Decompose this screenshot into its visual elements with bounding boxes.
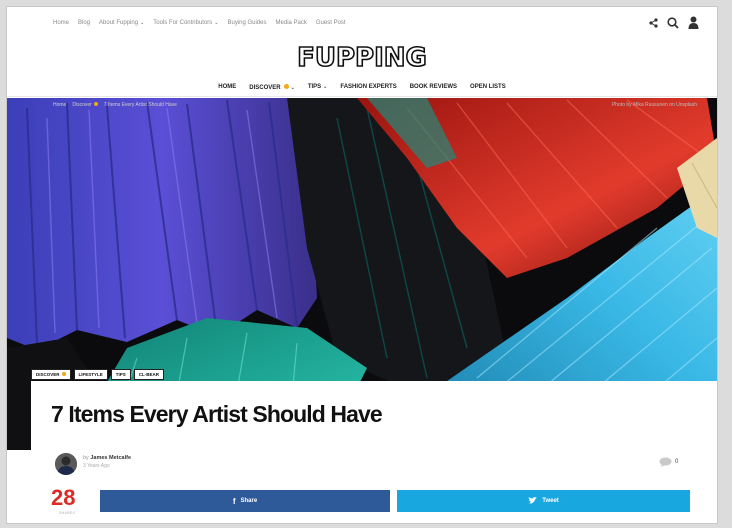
photo-credit: Photo by Mika Ruusunen on Unsplash [611, 102, 697, 108]
breadcrumb: Home Discover 7 Items Every Artist Should … [53, 102, 177, 108]
top-nav-item[interactable]: Home [53, 20, 69, 26]
search-icon[interactable] [667, 16, 679, 29]
share-count: 28 [51, 485, 76, 510]
category-tag[interactable]: CL-BEAR [133, 369, 165, 380]
category-tag-label: CL-BEAR [138, 372, 160, 377]
top-nav-label: Tools For Contributors [153, 20, 213, 26]
category-tag-label: DISCOVER [36, 372, 60, 377]
breadcrumb-item[interactable]: 7 Items Every Artist Should Have [104, 102, 177, 108]
main-nav-label: OPEN LISTS [470, 84, 506, 90]
main-nav-label: TIPS [307, 84, 322, 90]
main-nav-label: BOOK REVIEWS [409, 84, 458, 90]
top-nav-item[interactable]: Tools For Contributors ⌄ [153, 20, 218, 26]
top-nav-item[interactable]: Guest Post [316, 20, 346, 26]
author-line: by James Metcalfe [83, 455, 131, 461]
accent-dot-icon [93, 102, 98, 106]
twitter-icon [528, 497, 538, 504]
main-nav-item[interactable]: DISCOVER ⌄ [249, 84, 295, 91]
chevron-down-icon: ⌄ [140, 20, 145, 26]
main-nav-item[interactable]: OPEN LISTS [470, 84, 506, 91]
top-nav-item[interactable]: Blog [78, 20, 90, 26]
page: Home Blog About Fupping ⌄ Tools For Contribu… [7, 7, 717, 523]
accent-dot-icon [61, 372, 66, 376]
chevron-down-icon: ⌄ [323, 84, 328, 90]
twitter-share-button[interactable]: Tweet [397, 490, 690, 512]
facebook-share-label: Share [240, 498, 258, 504]
category-tag-label: TIPS [115, 372, 126, 377]
main-nav: HOME DISCOVER ⌄ TIPS ⌄ FASHION EXPERTS BOOK RE… [7, 84, 717, 91]
user-icon[interactable] [688, 16, 699, 29]
breadcrumb-label: Home [53, 102, 67, 108]
top-nav-label: Guest Post [315, 20, 346, 26]
author-prefix: by [83, 455, 89, 461]
top-nav-label: Home [53, 20, 70, 26]
facebook-share-button[interactable]: f Share [100, 490, 390, 512]
category-tag-label: LIFESTYLE [78, 372, 103, 377]
nav-divider [7, 96, 717, 97]
accent-dot-icon [283, 84, 289, 89]
main-nav-item[interactable]: TIPS ⌄ [308, 84, 328, 91]
comments-link[interactable]: 0 [659, 457, 678, 467]
top-nav-label: Media Pack [275, 20, 307, 26]
top-nav-item[interactable]: Buying Guides [228, 20, 267, 26]
share-count-label: SHARES [59, 511, 76, 515]
twitter-share-label: Tweet [542, 498, 559, 504]
main-nav-item[interactable]: BOOK REVIEWS [410, 84, 457, 91]
top-nav: Home Blog About Fupping ⌄ Tools For Contribu… [53, 20, 346, 26]
site-logo[interactable]: FUPPING [7, 42, 717, 74]
category-tags: DISCOVER LIFESTYLE TIPS CL-BEAR [31, 369, 165, 380]
facebook-icon: f [232, 496, 236, 506]
author-avatar[interactable] [55, 453, 77, 475]
main-nav-item[interactable]: HOME [218, 84, 236, 91]
category-tag[interactable]: TIPS [110, 369, 131, 380]
breadcrumb-label: Discover [72, 102, 92, 108]
author-name[interactable]: James Metcalfe [90, 455, 131, 461]
top-nav-item[interactable]: About Fupping ⌄ [99, 20, 144, 26]
main-nav-item[interactable]: FASHION EXPERTS [340, 84, 396, 91]
top-nav-label: Buying Guides [227, 20, 267, 26]
category-tag[interactable]: LIFESTYLE [73, 369, 108, 380]
main-nav-label: HOME [218, 84, 237, 90]
top-nav-item[interactable]: Media Pack [276, 20, 307, 26]
breadcrumb-label: 7 Items Every Artist Should Have [103, 102, 177, 108]
comment-icon [659, 457, 672, 467]
top-bar: Home Blog About Fupping ⌄ Tools For Contribu… [7, 7, 717, 41]
post-date: 3 Years Ago [83, 463, 110, 469]
category-tag[interactable]: DISCOVER [31, 369, 71, 380]
main-nav-label: DISCOVER [249, 85, 281, 91]
chevron-down-icon: ⌄ [214, 20, 219, 26]
top-nav-label: Blog [78, 20, 91, 26]
article-title: 7 Items Every Artist Should Have [51, 401, 383, 427]
breadcrumb-item[interactable]: Home [53, 102, 66, 108]
top-icons [649, 16, 699, 29]
breadcrumb-item[interactable]: Discover [72, 102, 98, 108]
main-nav-label: FASHION EXPERTS [340, 84, 397, 90]
chevron-down-icon: ⌄ [290, 85, 295, 91]
comment-count: 0 [675, 459, 679, 465]
top-nav-label: About Fupping [99, 20, 139, 26]
share-icon[interactable] [649, 17, 658, 28]
